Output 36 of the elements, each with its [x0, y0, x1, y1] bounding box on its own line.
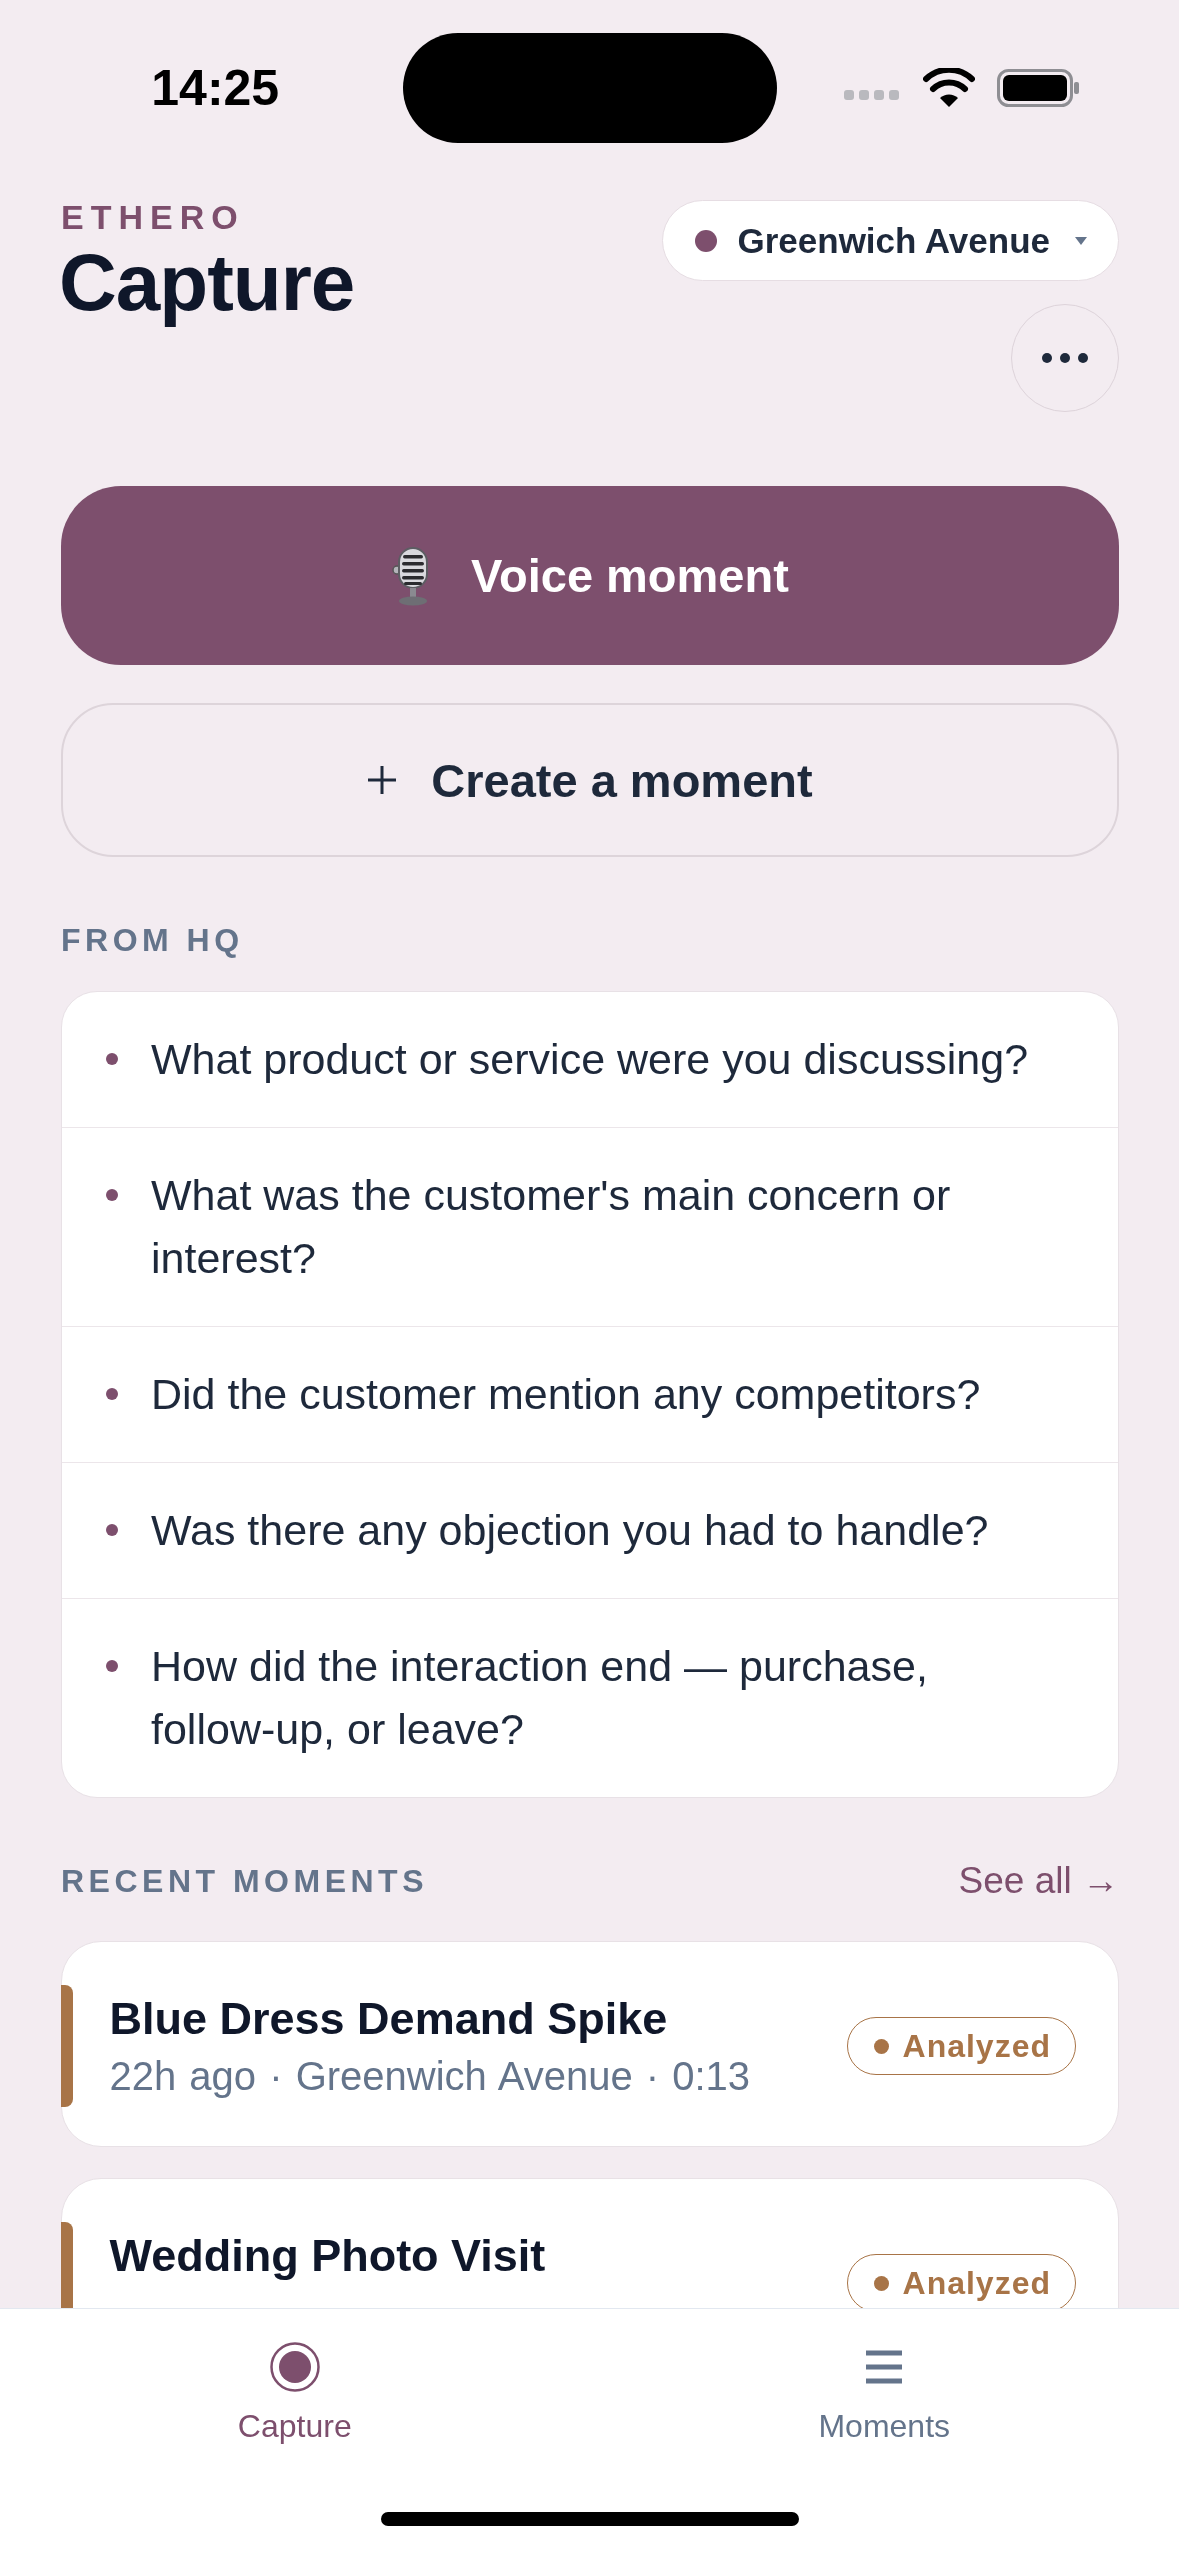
status-label: Analyzed [902, 2264, 1051, 2303]
question-text: What was the customer's main concern or interest? [151, 1170, 952, 1284]
question-text: What product or service were you discussing? [151, 1034, 1029, 1085]
location-dot-icon [695, 229, 718, 252]
question-text: Was there any objection you had to handle? [151, 1505, 989, 1556]
record-icon [269, 2342, 320, 2392]
moment-card[interactable]: Wedding Photo Visit Analyzed [61, 2178, 1119, 2308]
voice-moment-button[interactable]: Voice moment [61, 486, 1119, 665]
caret-icon [1074, 235, 1088, 246]
signal-icon [843, 89, 901, 101]
status-time: 14:25 [151, 59, 280, 118]
battery-icon [996, 68, 1081, 108]
bullet-icon [106, 1524, 118, 1536]
section-heading: RECENT MOMENTS [61, 1864, 428, 1898]
more-icon [1042, 353, 1088, 363]
see-all-link[interactable]: See all → [958, 1860, 1119, 1902]
section-heading: FROM HQ [61, 923, 245, 957]
create-moment-button[interactable]: Create a moment [61, 703, 1119, 857]
bullet-icon [106, 1660, 118, 1672]
question-text: Did the customer mention any competitors? [151, 1369, 981, 1420]
tab-bar-item[interactable]: Capture [217, 2309, 372, 2446]
status-label: Analyzed [902, 2027, 1051, 2066]
moment-meta: 22h ago · Greenwich Avenue · 0:13 [109, 2053, 752, 2100]
bullet-icon [106, 1053, 118, 1065]
bullet-icon [106, 1388, 118, 1400]
wifi-icon [922, 68, 975, 108]
plus-icon [367, 765, 398, 795]
question-text: How did the interaction end — purchase, follow-up, or leave? [151, 1641, 929, 1755]
page-title: Capture [59, 238, 355, 328]
moment-card[interactable]: Blue Dress Demand Spike 22h ago · Greenwich Avenue · 0:13 Analyzed [61, 1941, 1119, 2147]
location-picker[interactable]: Greenwich Avenue [662, 200, 1119, 281]
moment-title: Blue Dress Demand Spike [109, 1992, 669, 2046]
brand-name: ETHERO [61, 202, 246, 232]
tab-bar-item[interactable]: Moments [798, 2309, 971, 2446]
bullet-icon [106, 1189, 118, 1201]
moment-title: Wedding Photo Visit [109, 2229, 547, 2283]
